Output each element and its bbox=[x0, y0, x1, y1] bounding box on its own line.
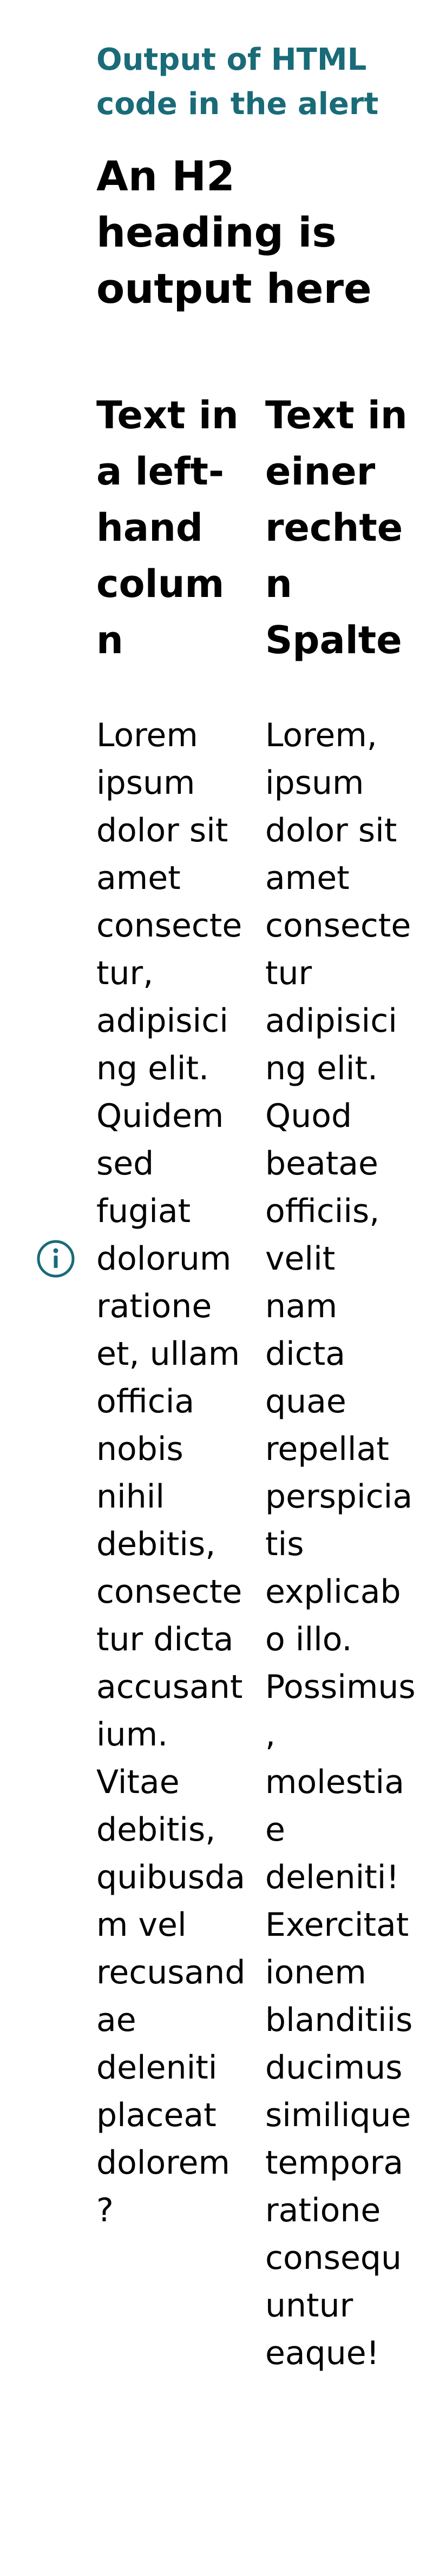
alert-content: Output of HTML code in the alert An H2 h… bbox=[96, 38, 421, 2377]
info-icon bbox=[36, 1239, 76, 1279]
two-column-layout: Text in a left-hand column Lorem ipsum d… bbox=[96, 387, 421, 2377]
alert-heading: An H2 heading is output here bbox=[96, 152, 372, 313]
left-column-text: Lorem ipsum dolor sit amet consectetur, … bbox=[96, 716, 246, 2229]
right-column-text: Lorem, ipsum dolor sit amet consectetur … bbox=[265, 716, 416, 2372]
right-column-heading: Text in einer rechten Spalte bbox=[265, 393, 408, 662]
left-column: Text in a left-hand column Lorem ipsum d… bbox=[96, 387, 265, 2377]
left-column-heading: Text in a left-hand column bbox=[96, 393, 239, 662]
alert-title: Output of HTML code in the alert bbox=[96, 42, 379, 122]
info-alert: Output of HTML code in the alert An H2 h… bbox=[0, 0, 433, 2576]
right-column: Text in einer rechten Spalte Lorem, ipsu… bbox=[265, 387, 416, 2377]
